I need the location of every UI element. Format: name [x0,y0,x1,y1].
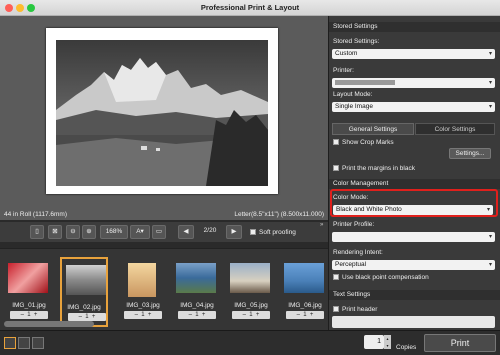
thumbnail-label: IMG_06.jpg [288,302,322,309]
chevron-down-icon: ▾ [488,262,492,268]
chevron-up-icon[interactable]: » [320,222,323,228]
copy-stepper[interactable]: – 1 + [10,311,48,319]
add-page-icon[interactable]: ▯ [30,225,44,239]
printer-profile-label: Printer Profile: [333,221,375,228]
zoom-select[interactable]: 168% [100,225,128,239]
zoom-out-icon[interactable]: ⊖ [66,225,80,239]
thumbnail-image [230,263,270,293]
stored-settings-header[interactable]: Stored Settings [329,22,500,32]
print-header-label: Print header [342,306,378,313]
copy-stepper[interactable]: – 1 + [68,313,106,321]
thumbnail-item[interactable]: IMG_06.jpg – 1 + [280,257,330,327]
window-title: Professional Print & Layout [200,3,300,12]
thumbnail-label: IMG_05.jpg [234,302,268,309]
header-text-field[interactable] [332,316,495,328]
copies-input[interactable]: 1 [364,335,384,349]
show-crop-marks-label: Show Crop Marks [342,139,394,146]
thumbnail-item[interactable]: IMG_01.jpg – 1 + [4,257,54,327]
soft-proofing-label: Soft proofing [259,229,296,236]
thumbnail-item[interactable]: IMG_04.jpg – 1 + [172,257,222,327]
thumbnail-item[interactable]: IMG_05.jpg – 1 + [226,257,276,327]
thumbnail-strip: IMG_01.jpg – 1 + IMG_02.jpg – 1 + IMG_03… [0,248,328,330]
settings-button[interactable]: Settings... [449,148,491,159]
print-margins-checkbox[interactable] [333,165,339,171]
text-icon[interactable]: A▾ [130,225,150,239]
thumbnail-image [66,265,106,295]
tab-color-settings[interactable]: Color Settings [415,123,495,135]
zoom-in-icon[interactable]: ⊕ [82,225,96,239]
layout-mode-select[interactable]: Single Image ▾ [332,102,495,112]
rendering-intent-label: Rendering Intent: [333,249,383,256]
print-margins-label: Print the margins in black [342,165,415,172]
preview-toolbar: ▯ ⊠ ⊖ ⊕ 168% A▾ ▭ ◀ 2/20 ▶ Soft proofing… [0,222,328,242]
thumbnail-image [128,263,156,297]
thumbnail-image [176,263,216,293]
chevron-down-icon: ▾ [488,104,492,110]
black-point-checkbox[interactable] [333,274,339,280]
print-button[interactable]: Print [424,334,496,352]
roll-info: 44 in Roll (1117.6mm) [4,211,67,218]
color-management-header[interactable]: Color Management [329,179,500,189]
black-point-label: Use black point compensation [342,274,429,281]
copy-stepper[interactable]: – 1 + [286,311,324,319]
thumbnail-label: IMG_04.jpg [180,302,214,309]
copies-stepper[interactable]: ▴ ▾ [384,335,391,349]
single-view-icon[interactable] [4,337,16,349]
copy-stepper[interactable]: – 1 + [232,311,270,319]
chevron-down-icon: ▾ [488,234,492,240]
copies-label: Copies [396,344,417,351]
delete-page-icon[interactable]: ⊠ [48,225,62,239]
thumbnail-label: IMG_03.jpg [126,302,160,309]
split-view-icon[interactable] [18,337,30,349]
thumbnail-item-selected[interactable]: IMG_02.jpg – 1 + [60,257,108,327]
chevron-down-icon: ▾ [486,207,490,213]
thumbnail-label: IMG_01.jpg [12,302,46,309]
thumbnail-image [8,263,48,293]
thumbnail-item[interactable]: IMG_03.jpg – 1 + [118,257,168,327]
chevron-down-icon: ▾ [488,80,492,86]
print-header-checkbox[interactable] [333,306,339,312]
photo-preview[interactable] [56,40,268,186]
color-mode-select[interactable]: Black and White Photo ▾ [333,205,493,215]
paper-info: Letter(8.5"x11") (8.500x11.000) [234,211,324,218]
next-page-button[interactable]: ▶ [226,225,242,239]
thumbnail-label: IMG_02.jpg [67,304,101,311]
rendering-intent-select[interactable]: Perceptual ▾ [332,260,495,270]
color-mode-label: Color Mode: [333,194,369,201]
thumbnail-image [284,263,324,293]
page-layout-icon[interactable]: ▭ [152,225,166,239]
printer-profile-select[interactable]: ▾ [332,232,495,242]
printer-select[interactable]: ▾ [332,78,495,88]
chevron-down-icon: ▾ [488,51,492,57]
stored-settings-label: Stored Settings: [333,38,380,45]
stored-settings-select[interactable]: Custom ▾ [332,49,495,59]
bottom-bar: 1 ▴ ▾ Copies Print [0,330,500,355]
panel-view-icon[interactable] [32,337,44,349]
thumbnail-scrollbar[interactable] [4,321,94,327]
copy-stepper[interactable]: – 1 + [178,311,216,319]
tab-general-settings[interactable]: General Settings [332,123,414,135]
title-bar: Professional Print & Layout [0,0,500,16]
copy-stepper[interactable]: – 1 + [124,311,162,319]
layout-mode-label: Layout Mode: [333,91,373,98]
printer-label: Printer: [333,67,354,74]
settings-panel: Stored Settings Stored Settings: Custom ▾… [328,16,500,330]
show-crop-marks-checkbox[interactable] [333,139,339,145]
soft-proofing-checkbox[interactable] [250,229,256,235]
previous-page-button[interactable]: ◀ [178,225,194,239]
page-indicator: 2/20 [203,227,217,234]
text-settings-header[interactable]: Text Settings [329,290,500,300]
